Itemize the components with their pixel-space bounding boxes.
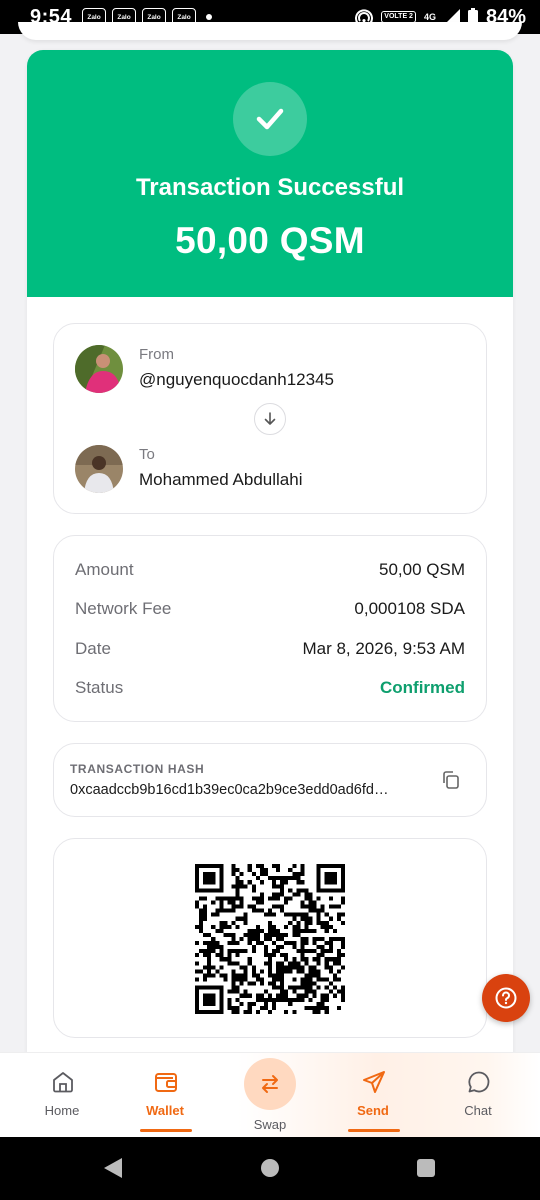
date-value: Mar 8, 2026, 9:53 AM [302,639,465,658]
status-value: Confirmed [380,678,465,697]
nav-swap-label[interactable]: Swap [225,1117,315,1132]
chat-icon [468,1071,490,1093]
send-tab-indicator [348,1129,400,1132]
swap-button[interactable] [244,1058,296,1110]
copy-icon[interactable] [440,769,462,791]
help-icon [495,987,517,1009]
back-icon[interactable] [104,1158,122,1178]
nav-chat[interactable]: Chat [433,1053,523,1138]
status-label: Status [75,678,124,697]
recipient-name: Mohammed Abdullahi [139,470,303,489]
home-circle-icon[interactable] [261,1159,279,1177]
detail-row-date: Date Mar 8, 2026, 9:53 AM [75,637,465,661]
sender-name: @nguyenquocdanh12345 [139,370,334,389]
hash-label: TRANSACTION HASH [70,762,205,776]
success-title: Transaction Successful [135,174,405,201]
more-notifications-dot [206,14,213,20]
nav-wallet[interactable]: Wallet [120,1053,210,1138]
from-label: From [139,346,174,363]
nav-home[interactable]: Home [17,1053,107,1138]
home-icon [53,1072,73,1093]
parties-section: From @nguyenquocdanh12345 To Mohammed Ab… [53,323,487,514]
recipient-avatar [75,445,123,493]
sender-avatar [75,345,123,393]
amount-value: 50,00 QSM [379,560,465,579]
wallet-icon [155,1073,177,1092]
detail-row-fee: Network Fee 0,000108 SDA [75,597,465,621]
nav-send-label: Send [357,1103,389,1118]
transaction-details: Amount 50,00 QSM Network Fee 0,000108 SD… [53,535,487,722]
hash-value[interactable]: 0xcaadccb9b16cd1b39ec0ca2b9ce3edd0ad6fd… [70,782,420,798]
direction-indicator [254,403,286,435]
recents-icon[interactable] [417,1159,435,1177]
transaction-hash-section: TRANSACTION HASH 0xcaadccb9b16cd1b39ec0c… [53,743,487,817]
swap-icon [262,1075,278,1093]
to-label: To [139,446,155,463]
help-button[interactable] [482,974,530,1022]
success-badge [233,82,307,156]
success-header: Transaction Successful 50,00 QSM [27,50,513,297]
nav-home-label: Home [44,1103,80,1118]
bottom-navigation: Home Wallet Swap Send Chat [0,1052,540,1137]
network-type: 4G [423,12,436,22]
detail-row-amount: Amount 50,00 QSM [75,558,465,582]
active-tab-indicator [140,1129,192,1132]
qr-code-section [53,838,487,1038]
previous-card-edge [18,22,522,40]
detail-row-status: Status Confirmed [75,676,465,700]
nav-chat-label: Chat [464,1103,492,1118]
system-navigation-bar [0,1137,540,1200]
arrow-down-icon [264,412,276,425]
transaction-receipt-card: Transaction Successful 50,00 QSM From @n… [27,50,513,1060]
date-label: Date [75,639,111,658]
send-icon [363,1071,385,1093]
nav-send[interactable]: Send [328,1053,418,1138]
transaction-amount: 50,00 QSM [175,220,365,261]
fee-label: Network Fee [75,599,172,618]
nav-wallet-label: Wallet [146,1103,184,1118]
amount-label: Amount [75,560,134,579]
fee-value: 0,000108 SDA [354,599,465,618]
qr-code [195,864,345,1014]
checkmark-icon [256,108,284,130]
